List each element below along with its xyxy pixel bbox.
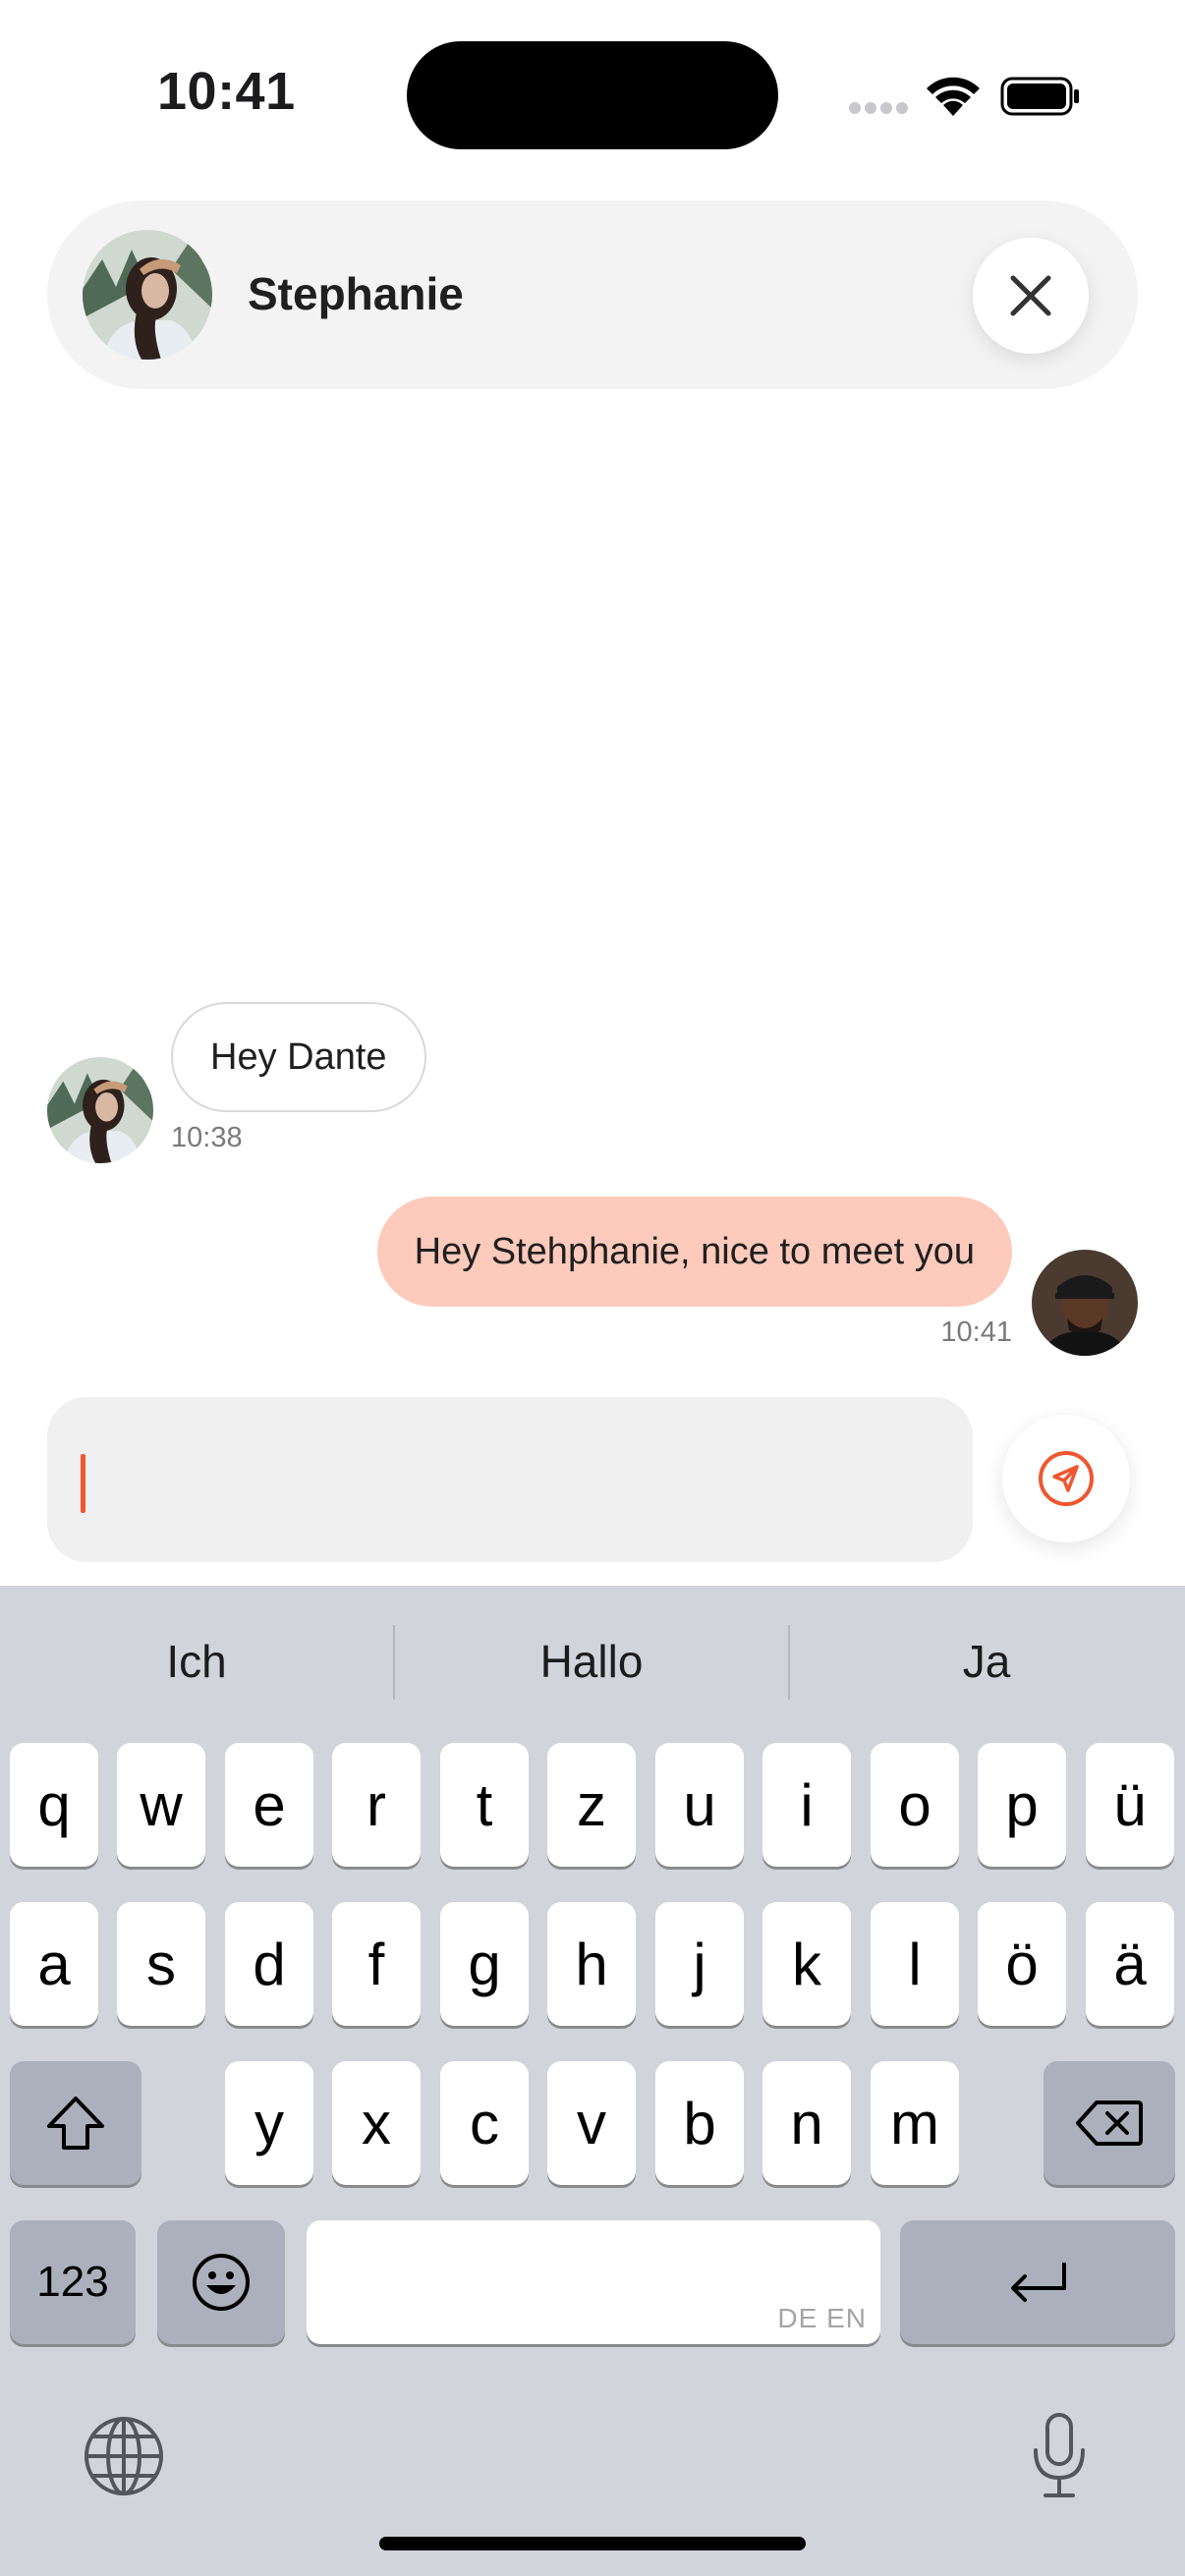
battery-icon <box>1000 77 1079 116</box>
cellular-signal-icon <box>849 102 908 116</box>
key-c[interactable]: c <box>440 2061 529 2185</box>
key-x[interactable]: x <box>332 2061 421 2185</box>
dynamic-island <box>407 41 778 149</box>
status-bar: 10:41 <box>0 0 1185 187</box>
key-n[interactable]: n <box>762 2061 851 2185</box>
incoming-message-time: 10:38 <box>171 1122 243 1153</box>
status-time: 10:41 <box>157 62 296 121</box>
space-language-hint: DE EN <box>777 2303 867 2333</box>
key-i[interactable]: i <box>762 1743 851 1867</box>
key-g[interactable]: g <box>440 1902 529 2026</box>
key-p[interactable]: p <box>978 1743 1066 1867</box>
return-icon <box>1011 2263 1066 2302</box>
key-h[interactable]: h <box>547 1902 636 2026</box>
incoming-avatar[interactable] <box>47 1057 153 1163</box>
space-key[interactable]: DE EN <box>307 2220 880 2344</box>
shift-key[interactable] <box>10 2061 141 2185</box>
key-ue[interactable]: ü <box>1086 1743 1174 1867</box>
emoji-key[interactable] <box>157 2220 285 2344</box>
suggestion-divider <box>788 1625 790 1700</box>
key-e[interactable]: e <box>225 1743 313 1867</box>
key-f[interactable]: f <box>332 1902 421 2026</box>
return-key[interactable] <box>900 2220 1175 2344</box>
chat-header: Stephanie <box>47 200 1138 389</box>
key-q[interactable]: q <box>10 1743 98 1867</box>
key-oe[interactable]: ö <box>978 1902 1066 2026</box>
contact-name: Stephanie <box>248 268 464 319</box>
wifi-icon <box>927 77 980 116</box>
emoji-icon <box>193 2254 250 2311</box>
dictation-button[interactable] <box>1030 2411 1089 2501</box>
key-v[interactable]: v <box>547 2061 636 2185</box>
keyboard: Ich Hallo Ja q w e r t z u i o p ü a s d… <box>0 1586 1185 2576</box>
key-y[interactable]: y <box>225 2061 313 2185</box>
key-l[interactable]: l <box>871 1902 959 2026</box>
numbers-key[interactable]: 123 <box>10 2220 136 2344</box>
microphone-icon <box>1034 2413 1085 2497</box>
message-input[interactable] <box>47 1397 973 1562</box>
contact-avatar[interactable] <box>83 230 212 360</box>
close-chat-button[interactable] <box>973 238 1089 354</box>
key-z[interactable]: z <box>547 1743 636 1867</box>
suggestion-divider <box>393 1625 395 1700</box>
key-r[interactable]: r <box>332 1743 421 1867</box>
key-m[interactable]: m <box>871 2061 959 2185</box>
key-s[interactable]: s <box>117 1902 205 2026</box>
key-k[interactable]: k <box>762 1902 851 2026</box>
key-a[interactable]: a <box>10 1902 98 2026</box>
outgoing-message-bubble[interactable]: Hey Stehphanie, nice to meet you <box>376 1197 1012 1307</box>
key-d[interactable]: d <box>225 1902 313 2026</box>
send-button[interactable] <box>1002 1415 1130 1542</box>
globe-icon <box>85 2417 163 2495</box>
key-u[interactable]: u <box>655 1743 744 1867</box>
text-caret <box>81 1454 85 1513</box>
backspace-icon <box>1076 2100 1143 2146</box>
key-ae[interactable]: ä <box>1086 1902 1174 2026</box>
suggestion-2[interactable]: Hallo <box>444 1635 739 1688</box>
close-icon <box>1010 275 1051 316</box>
key-t[interactable]: t <box>440 1743 529 1867</box>
send-icon <box>1039 1451 1094 1506</box>
key-o[interactable]: o <box>871 1743 959 1867</box>
key-b[interactable]: b <box>655 2061 744 2185</box>
incoming-message-bubble[interactable]: Hey Dante <box>171 1002 426 1112</box>
shift-icon <box>47 2097 104 2150</box>
globe-button[interactable] <box>83 2415 165 2497</box>
suggestion-3[interactable]: Ja <box>839 1635 1134 1688</box>
backspace-key[interactable] <box>1044 2061 1175 2185</box>
outgoing-avatar[interactable] <box>1032 1250 1138 1356</box>
key-w[interactable]: w <box>117 1743 205 1867</box>
outgoing-message-time: 10:41 <box>940 1316 1012 1348</box>
key-j[interactable]: j <box>655 1902 744 2026</box>
suggestion-1[interactable]: Ich <box>49 1635 344 1688</box>
home-indicator[interactable] <box>379 2537 806 2550</box>
